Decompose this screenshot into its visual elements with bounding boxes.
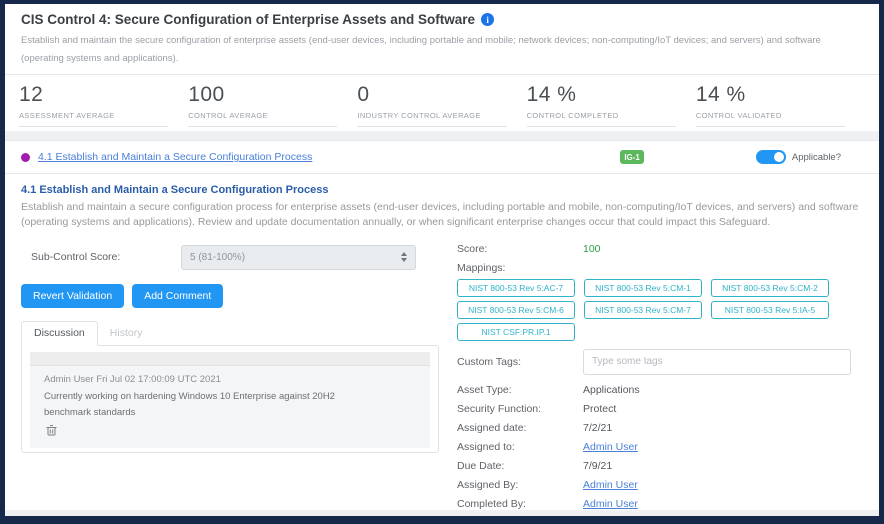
mapping-button[interactable]: NIST 800-53 Rev 5:CM-6	[457, 300, 575, 319]
stat-value: 100	[188, 83, 225, 107]
bottom-strip	[5, 510, 879, 516]
safeguard-row: 4.1 Establish and Maintain a Secure Conf…	[5, 140, 879, 175]
mappings-list: NIST 800-53 Rev 5:AC-7 NIST 800-53 Rev 5…	[457, 278, 837, 341]
subcontrol-score-select[interactable]: 5 (81-100%)	[181, 244, 416, 270]
applicable-toggle-label: Applicable?	[791, 151, 841, 163]
mapping-button[interactable]: NIST 800-53 Rev 5:CM-7	[584, 300, 702, 319]
discussion-panel-header	[30, 351, 430, 366]
stat-industry-control-average: 0 INDUSTRY CONTROL AVERAGE	[357, 83, 526, 129]
select-stepper-icon	[401, 252, 407, 263]
asset-type-value: Applications	[583, 383, 640, 396]
stats-row: 12 ASSESSMENT AVERAGE 100 CONTROL AVERAG…	[5, 75, 879, 132]
completed-by-label: Completed By:	[457, 497, 526, 510]
stat-label: CONTROL AVERAGE	[188, 111, 338, 128]
mapping-button[interactable]: NIST 800-53 Rev 5:IA-5	[711, 300, 829, 319]
stat-label: ASSESSMENT AVERAGE	[19, 111, 169, 128]
ig-badge: IG-1	[620, 150, 644, 165]
tab-discussion[interactable]: Discussion	[21, 320, 98, 346]
stat-value: 0	[357, 83, 370, 107]
assigned-by-label: Assigned By:	[457, 478, 519, 491]
subcontrol-score-value: 5 (81-100%)	[190, 251, 246, 263]
mapping-button[interactable]: NIST CSF:PR.IP.1	[457, 322, 575, 341]
discussion-tabs: Discussion History	[21, 320, 439, 346]
right-column: Score: 100 Mappings: NIST 800-53 Rev 5:A…	[439, 243, 863, 510]
mapping-button[interactable]: NIST 800-53 Rev 5:AC-7	[457, 278, 575, 297]
assigned-date-value: 7/2/21	[583, 421, 613, 434]
stat-control-completed: 14 % CONTROL COMPLETED	[526, 83, 696, 129]
control-description: Establish and maintain the secure config…	[21, 35, 821, 65]
discussion-panel: Admin User Fri Jul 02 17:00:09 UTC 2021 …	[21, 344, 439, 453]
comment-text: Currently working on hardening Windows 1…	[44, 390, 335, 418]
mapping-button[interactable]: NIST 800-53 Rev 5:CM-1	[584, 278, 702, 297]
safeguard-heading: 4.1 Establish and Maintain a Secure Conf…	[21, 184, 329, 197]
control-header: CIS Control 4: Secure Configuration of E…	[5, 4, 879, 76]
comment-meta: Admin User Fri Jul 02 17:00:09 UTC 2021	[44, 373, 221, 385]
page: CIS Control 4: Secure Configuration of E…	[5, 4, 879, 516]
revert-validation-button[interactable]: Revert Validation	[21, 283, 125, 308]
left-column: Sub-Control Score: 5 (81-100%) Revert Va…	[21, 243, 439, 510]
custom-tags-label: Custom Tags:	[457, 355, 521, 368]
score-value: 100	[583, 242, 601, 255]
safeguard-description: Establish and maintain a secure configur…	[21, 201, 859, 229]
due-date-value: 7/9/21	[583, 459, 613, 472]
delete-comment-button[interactable]	[46, 423, 57, 441]
stat-control-validated: 14 % CONTROL VALIDATED	[695, 83, 865, 129]
assigned-by-link[interactable]: Admin User	[583, 479, 638, 491]
mappings-label: Mappings:	[457, 261, 506, 274]
security-function-value: Protect	[583, 402, 617, 415]
score-label: Score:	[457, 242, 488, 255]
stat-label: CONTROL VALIDATED	[695, 111, 846, 128]
stat-label: CONTROL COMPLETED	[526, 111, 676, 128]
page-title: CIS Control 4: Secure Configuration of E…	[21, 12, 476, 27]
asset-type-label: Asset Type:	[457, 383, 512, 396]
due-date-label: Due Date:	[457, 459, 505, 472]
trash-icon	[46, 424, 57, 436]
info-icon[interactable]: i	[481, 13, 495, 26]
assigned-to-label: Assigned to:	[457, 440, 515, 453]
custom-tags-input[interactable]	[583, 348, 851, 375]
stat-value: 12	[19, 83, 44, 107]
comment-item: Admin User Fri Jul 02 17:00:09 UTC 2021 …	[30, 365, 430, 448]
stat-value: 14 %	[526, 83, 577, 107]
stat-label: INDUSTRY CONTROL AVERAGE	[357, 111, 507, 128]
security-function-label: Security Function:	[457, 402, 542, 415]
status-dot	[21, 152, 30, 162]
applicable-toggle[interactable]	[755, 150, 786, 165]
assigned-to-link[interactable]: Admin User	[583, 441, 638, 453]
safeguard-link[interactable]: 4.1 Establish and Maintain a Secure Conf…	[38, 151, 312, 163]
completed-by-link[interactable]: Admin User	[583, 498, 638, 510]
stat-control-average: 100 CONTROL AVERAGE	[188, 83, 357, 129]
tab-history[interactable]: History	[98, 322, 155, 345]
safeguard-detail: 4.1 Establish and Maintain a Secure Conf…	[5, 174, 879, 510]
stat-value: 14 %	[695, 83, 746, 107]
stat-assessment-average: 12 ASSESSMENT AVERAGE	[19, 83, 188, 129]
window-frame: CIS Control 4: Secure Configuration of E…	[0, 0, 884, 524]
subcontrol-score-label: Sub-Control Score:	[31, 251, 121, 264]
toggle-knob	[773, 152, 784, 163]
assigned-date-label: Assigned date:	[457, 421, 527, 434]
add-comment-button[interactable]: Add Comment	[132, 283, 224, 308]
mapping-button[interactable]: NIST 800-53 Rev 5:CM-2	[711, 278, 829, 297]
